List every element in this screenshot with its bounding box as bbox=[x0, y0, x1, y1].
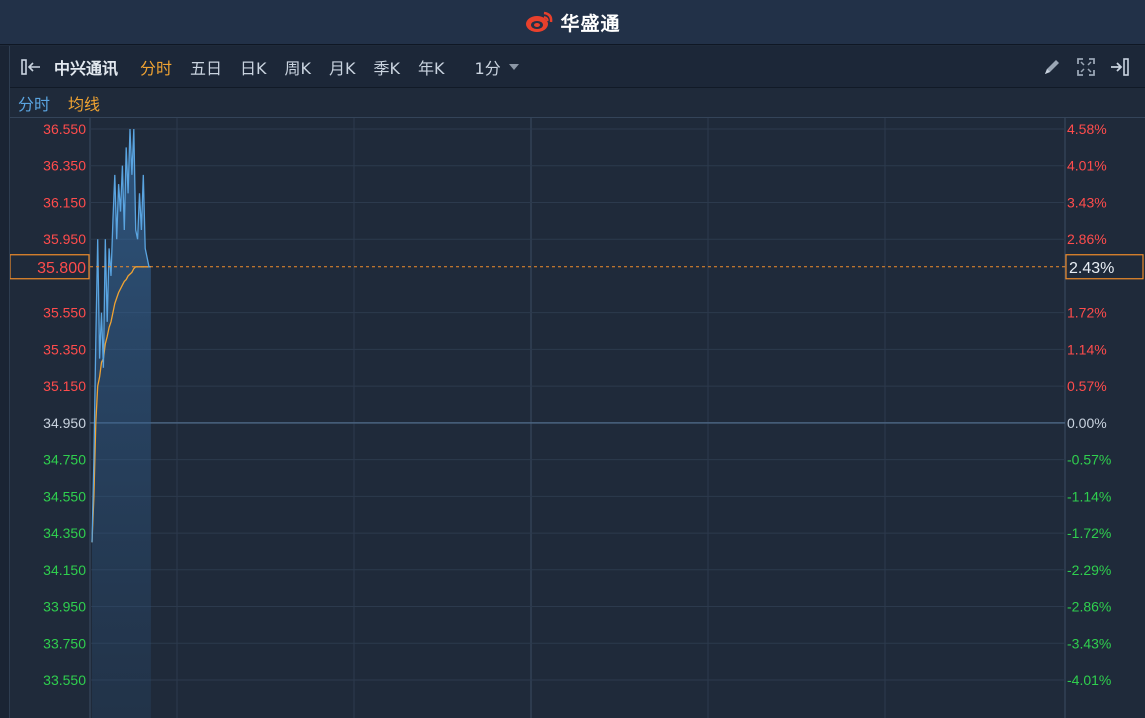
percent-tick-label: -3.43% bbox=[1067, 635, 1111, 651]
price-tick-label: 36.550 bbox=[43, 121, 86, 137]
price-tick-label: 34.150 bbox=[43, 562, 86, 578]
price-tick-label: 35.550 bbox=[43, 305, 86, 321]
tab-monthly-k[interactable]: 月K bbox=[329, 55, 356, 79]
price-tick-label: 34.950 bbox=[43, 415, 86, 431]
brand-name: 华盛通 bbox=[560, 12, 621, 35]
price-tick-label: 34.350 bbox=[43, 525, 86, 541]
percent-tick-label: 2.86% bbox=[1067, 231, 1107, 247]
price-tick-label: 36.150 bbox=[43, 194, 86, 210]
tab-weekly-k[interactable]: 周K bbox=[285, 55, 312, 79]
intraday-chart[interactable]: 36.550 4.58% 36.350 4.01% 36.150 3.43% 35.950 2… bbox=[10, 118, 1145, 718]
fullscreen-icon[interactable] bbox=[1075, 56, 1097, 78]
chart-tools bbox=[1041, 56, 1131, 78]
percent-tick-label: 0.00% bbox=[1067, 415, 1107, 431]
price-tick-label: 34.550 bbox=[43, 488, 86, 504]
price-tick-label: 33.950 bbox=[43, 599, 86, 615]
left-edge-strip bbox=[0, 46, 10, 718]
expand-panel-icon[interactable] bbox=[20, 56, 46, 78]
tab-five-day[interactable]: 五日 bbox=[190, 55, 222, 79]
tab-daily-k[interactable]: 日K bbox=[240, 55, 267, 79]
legend-average[interactable]: 均线 bbox=[68, 91, 100, 115]
price-tick-label: 35.950 bbox=[43, 231, 86, 247]
percent-tick-label: -2.86% bbox=[1067, 599, 1111, 615]
brand-logo-icon bbox=[526, 11, 553, 32]
collapse-panel-icon[interactable] bbox=[1109, 56, 1131, 78]
percent-tick-label: -0.57% bbox=[1067, 452, 1111, 468]
price-tick-label: 35.350 bbox=[43, 341, 86, 357]
percent-tick-label: 4.01% bbox=[1067, 158, 1107, 174]
tab-quarterly-k[interactable]: 季K bbox=[374, 55, 401, 79]
percent-tick-label: -2.29% bbox=[1067, 562, 1111, 578]
period-label: 1分 bbox=[474, 58, 501, 78]
percent-tick-label: 0.57% bbox=[1067, 378, 1107, 394]
pencil-icon[interactable] bbox=[1041, 56, 1063, 78]
period-dropdown[interactable]: 1分 bbox=[475, 55, 519, 79]
stock-name: 中兴通讯 bbox=[54, 58, 119, 78]
brand: 华盛通 bbox=[524, 9, 620, 36]
current-change-label: 2.43% bbox=[1069, 260, 1114, 277]
percent-tick-label: -1.72% bbox=[1067, 525, 1111, 541]
chevron-down-icon bbox=[508, 63, 519, 70]
app-header: 华盛通 bbox=[0, 0, 1145, 45]
legend-intraday[interactable]: 分时 bbox=[18, 91, 50, 115]
chart-legend: 分时 均线 bbox=[10, 88, 1145, 118]
percent-tick-label: 1.14% bbox=[1067, 341, 1107, 357]
percent-tick-label: 1.72% bbox=[1067, 305, 1107, 321]
current-price-label: 35.800 bbox=[37, 260, 86, 277]
percent-tick-label: -1.14% bbox=[1067, 488, 1111, 504]
tab-yearly-k[interactable]: 年K bbox=[418, 55, 445, 79]
percent-tick-label: -4.01% bbox=[1067, 672, 1111, 688]
chart-toolbar: 中兴通讯 分时 五日 日K 周K 月K 季K 年K 1分 bbox=[10, 46, 1145, 88]
price-tick-label: 34.750 bbox=[43, 452, 86, 468]
tab-intraday[interactable]: 分时 bbox=[140, 55, 172, 79]
percent-tick-label: 4.58% bbox=[1067, 121, 1107, 137]
price-tick-label: 33.550 bbox=[43, 672, 86, 688]
price-tick-label: 33.750 bbox=[43, 635, 86, 651]
percent-tick-label: 3.43% bbox=[1067, 194, 1107, 210]
price-tick-label: 36.350 bbox=[43, 158, 86, 174]
price-tick-label: 35.150 bbox=[43, 378, 86, 394]
